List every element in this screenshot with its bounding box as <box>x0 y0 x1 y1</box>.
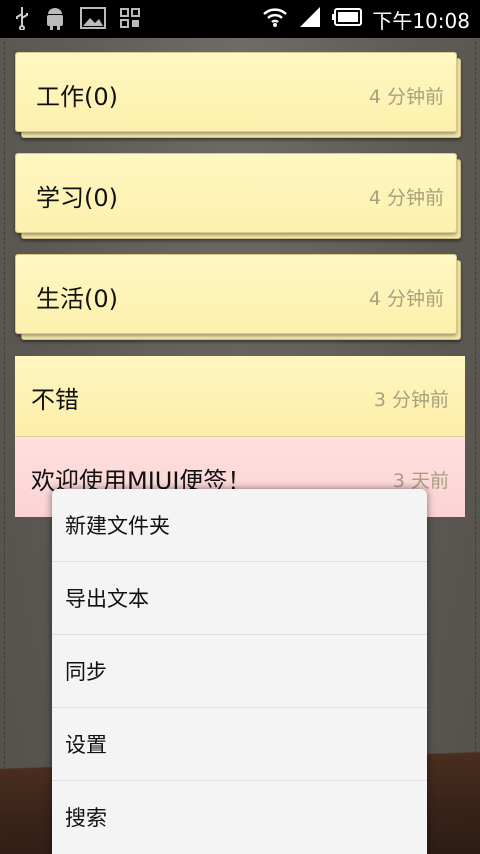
folder-card: 生活(0) 4 分钟前 <box>15 254 457 334</box>
apps-icon <box>120 8 140 32</box>
note-time: 3 分钟前 <box>373 389 449 411</box>
note-title: 不错 <box>31 386 79 414</box>
signal-icon <box>298 6 322 32</box>
folder-time: 4 分钟前 <box>368 86 444 108</box>
folder-name: 学习(0) <box>36 184 118 212</box>
folder-card: 学习(0) 4 分钟前 <box>15 153 457 233</box>
usb-icon <box>14 6 30 34</box>
menu-item-settings[interactable]: 设置 <box>52 708 427 781</box>
menu-item-export-text[interactable]: 导出文本 <box>52 562 427 635</box>
wifi-icon <box>262 6 288 32</box>
battery-icon <box>332 8 363 30</box>
status-bar: 下午10:08 <box>0 0 480 38</box>
folder-time: 4 分钟前 <box>368 288 444 310</box>
menu-item-new-folder[interactable]: 新建文件夹 <box>52 489 427 562</box>
folder-name: 工作(0) <box>36 83 118 111</box>
menu-item-sync[interactable]: 同步 <box>52 635 427 708</box>
folder-name: 生活(0) <box>36 285 118 313</box>
folder-card: 工作(0) 4 分钟前 <box>15 52 457 132</box>
note-item[interactable]: 不错 3 分钟前 <box>15 356 465 437</box>
folder-time: 4 分钟前 <box>368 187 444 209</box>
clock: 下午10:08 <box>372 8 470 33</box>
menu-item-search[interactable]: 搜索 <box>52 781 427 853</box>
image-icon <box>80 6 106 34</box>
options-menu: 新建文件夹 导出文本 同步 设置 搜索 <box>52 489 427 854</box>
android-icon <box>44 6 66 34</box>
